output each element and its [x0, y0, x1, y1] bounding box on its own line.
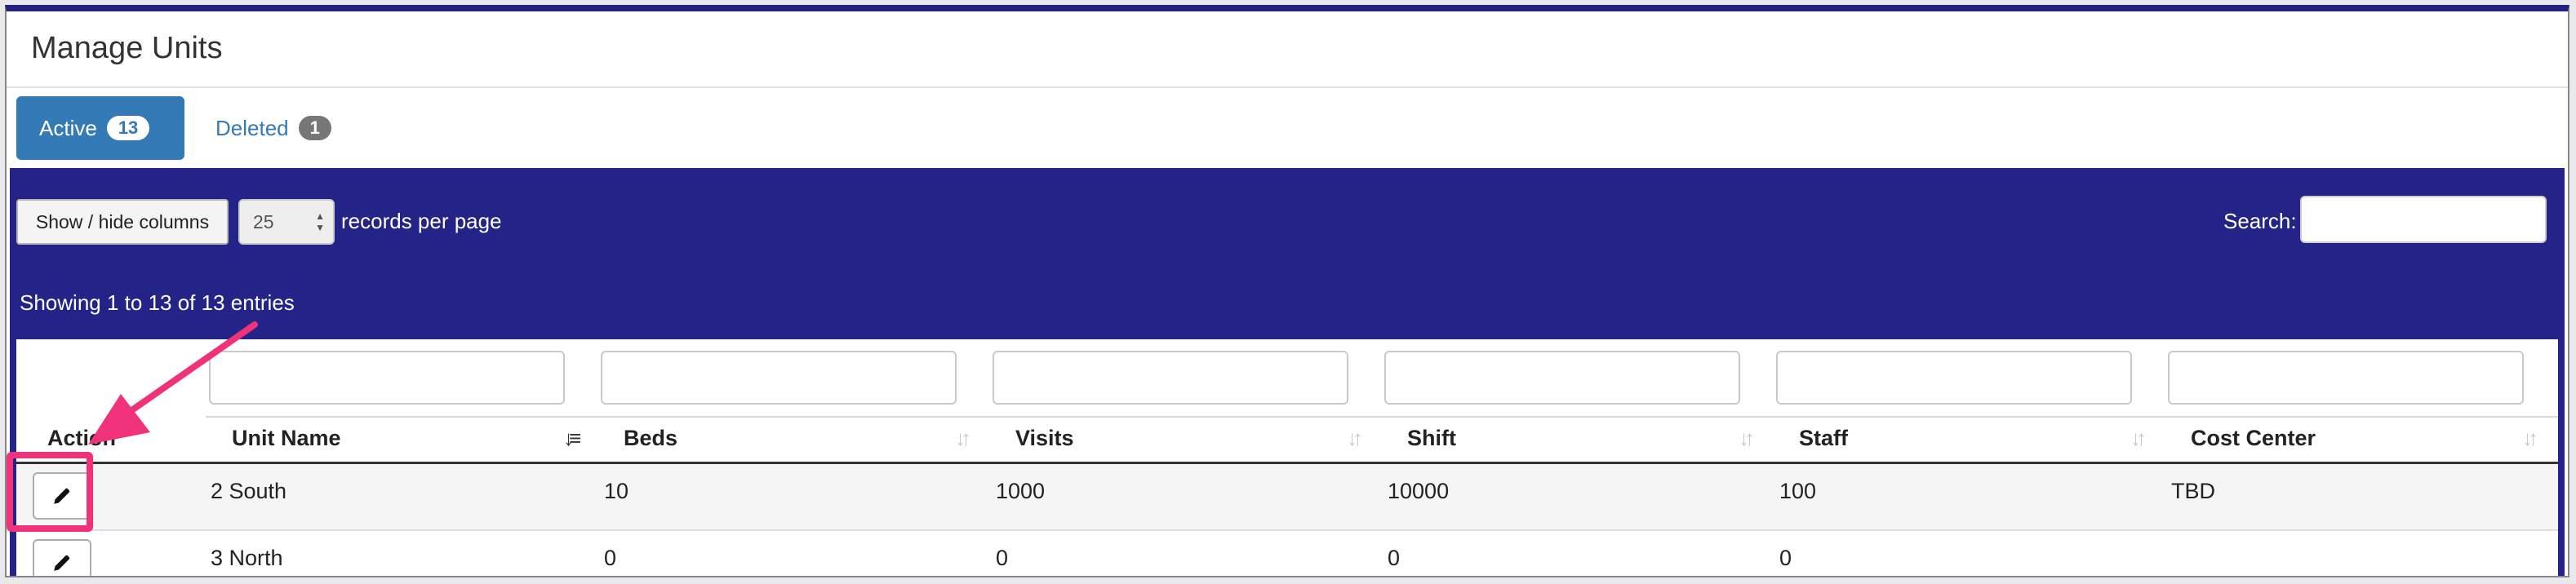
show-hide-columns-button[interactable]: Show / hide columns: [16, 199, 229, 245]
table-row: 2 South 10 1000 10000 100 TBD: [16, 464, 2558, 529]
filter-beds[interactable]: [601, 351, 957, 405]
cell-visits: 1000: [996, 479, 1046, 503]
units-table-panel: Show / hide columns 25 ▲ ▼ records per pa…: [10, 168, 2565, 576]
search-input[interactable]: [2300, 196, 2547, 243]
col-header-cost-center[interactable]: Cost Center: [2191, 426, 2316, 451]
cell-shift: 0: [1388, 546, 1401, 570]
units-table: Action Unit Name Beds Visits Shift Staff…: [16, 339, 2558, 576]
records-per-page-select[interactable]: 25 ▲ ▼: [238, 199, 335, 245]
tab-deleted[interactable]: Deleted 1: [193, 96, 354, 160]
page-title: Manage Units: [31, 31, 223, 65]
active-count-badge: 13: [106, 116, 150, 140]
filter-staff[interactable]: [1776, 351, 2132, 405]
sort-both-icon[interactable]: ↓↑: [1347, 426, 1363, 451]
sort-both-icon[interactable]: ↓↑: [955, 426, 971, 451]
records-per-page-value: 25: [253, 210, 274, 232]
sort-both-icon[interactable]: ↓↑: [1739, 426, 1755, 451]
filter-unit-name[interactable]: [209, 351, 565, 405]
cell-cost-center: TBD: [2171, 479, 2215, 503]
filter-row-divider: [206, 416, 2558, 418]
col-header-visits[interactable]: Visits: [1015, 426, 1074, 451]
filter-visits[interactable]: [993, 351, 1348, 405]
cell-beds: 10: [604, 479, 629, 503]
tab-deleted-label: Deleted: [215, 115, 289, 140]
title-divider: [7, 86, 2568, 88]
select-arrows-icon: ▲ ▼: [315, 210, 325, 233]
col-header-staff[interactable]: Staff: [1799, 426, 1848, 451]
deleted-count-badge: 1: [298, 116, 331, 140]
cell-beds: 0: [604, 546, 617, 570]
cell-unit-name: 3 North: [211, 546, 283, 570]
records-per-page-label: records per page: [341, 209, 502, 233]
col-header-action: Action: [47, 426, 116, 450]
cell-staff: 0: [1779, 546, 1792, 570]
pencil-icon: [54, 555, 70, 571]
search-label: Search:: [2223, 209, 2297, 233]
table-row: 3 North 0 0 0 0: [16, 531, 2558, 576]
col-header-unit-name[interactable]: Unit Name: [232, 426, 341, 451]
cell-staff: 100: [1779, 479, 1817, 503]
cell-unit-name: 2 South: [211, 479, 287, 503]
edit-button[interactable]: [33, 539, 91, 576]
cell-shift: 10000: [1388, 479, 1450, 503]
col-header-beds[interactable]: Beds: [624, 426, 677, 451]
tab-active[interactable]: Active 13: [16, 96, 184, 160]
tab-active-label: Active: [39, 115, 97, 140]
filter-shift[interactable]: [1384, 351, 1740, 405]
edit-button-highlight: [7, 452, 93, 532]
sort-both-icon[interactable]: ↓↑: [2130, 426, 2147, 451]
filter-cost-center[interactable]: [2168, 351, 2524, 405]
cell-visits: 0: [996, 546, 1009, 570]
table-info: Showing 1 to 13 of 13 entries: [20, 290, 295, 315]
col-header-shift[interactable]: Shift: [1407, 426, 1456, 451]
sort-desc-icon[interactable]: ↓≡: [563, 426, 581, 451]
sort-both-icon[interactable]: ↓↑: [2522, 426, 2538, 451]
manage-units-window: Manage Units Active 13 Deleted 1 Show / …: [5, 5, 2569, 577]
